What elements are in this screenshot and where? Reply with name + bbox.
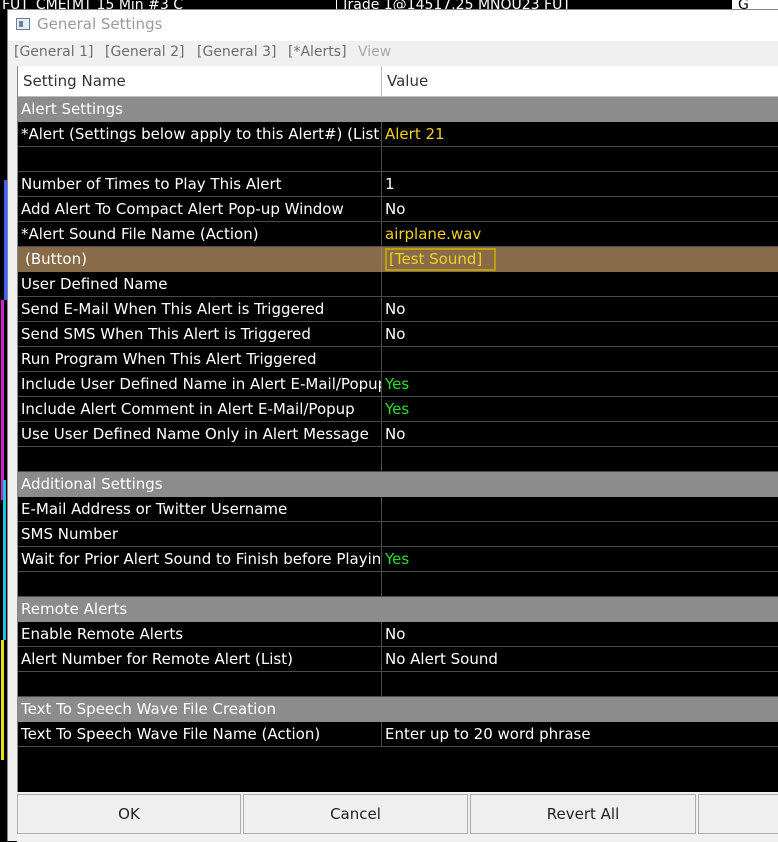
setting-name: Run Program When This Alert Triggered (18, 347, 382, 372)
setting-value[interactable] (382, 497, 778, 522)
column-header-value[interactable]: Value (382, 66, 778, 97)
setting-value[interactable] (382, 272, 778, 297)
menu-view[interactable]: View (358, 44, 391, 60)
section-header-additional-settings: Additional Settings (18, 472, 778, 497)
tab-general-3[interactable]: [General 3] (197, 44, 276, 60)
setting-name: Text To Speech Wave File Name (Action) (18, 722, 382, 747)
setting-name: Use User Defined Name Only in Alert Mess… (18, 422, 382, 447)
setting-value[interactable]: No (382, 297, 778, 322)
setting-name: User Defined Name (18, 272, 382, 297)
setting-name: Add Alert To Compact Alert Pop-up Window (18, 197, 382, 222)
setting-row-button[interactable]: (Button) [Test Sound] (18, 247, 778, 272)
setting-value[interactable]: airplane.wav (382, 222, 778, 247)
section-title: Additional Settings (18, 472, 778, 497)
blank-row[interactable] (18, 447, 778, 472)
general-settings-dialog: General Settings [General 1] [General 2]… (7, 9, 778, 842)
setting-name: E-Mail Address or Twitter Username (18, 497, 382, 522)
setting-value[interactable] (382, 347, 778, 372)
tab-alerts[interactable]: [*Alerts] (288, 44, 347, 60)
setting-row-e-mail-address-or-twitter-username[interactable]: E-Mail Address or Twitter Username (18, 497, 778, 522)
setting-name: Enable Remote Alerts (18, 622, 382, 647)
setting-row-alert-number-for-remote-alert-list[interactable]: Alert Number for Remote Alert (List) No A… (18, 647, 778, 672)
tab-menu-bar: [General 1] [General 2] [General 3] [*Al… (8, 41, 778, 66)
setting-row-send-e-mail-when-this-alert-is-triggered[interactable]: Send E-Mail When This Alert is Triggered… (18, 297, 778, 322)
setting-value[interactable] (382, 572, 778, 597)
background-chart-line (1, 300, 4, 500)
setting-value[interactable]: No (382, 322, 778, 347)
tab-general-2[interactable]: [General 2] (105, 44, 184, 60)
settings-grid: Setting Name Value Alert Settings *Alert … (17, 66, 778, 792)
setting-name: *Alert (Settings below apply to this Ale… (18, 122, 382, 147)
setting-name (18, 147, 382, 172)
setting-row-use-user-defined-name-only-in-alert-message[interactable]: Use User Defined Name Only in Alert Mess… (18, 422, 778, 447)
setting-name: Include Alert Comment in Alert E-Mail/Po… (18, 397, 382, 422)
setting-row-add-alert-to-compact-alert-pop-up-window[interactable]: Add Alert To Compact Alert Pop-up Window… (18, 197, 778, 222)
setting-row-number-of-times-to-play-this-alert[interactable]: Number of Times to Play This Alert 1 (18, 172, 778, 197)
setting-value[interactable]: Yes (382, 547, 778, 572)
setting-row-wait-for-prior-alert-sound-to-finish-before-playing-next[interactable]: Wait for Prior Alert Sound to Finish bef… (18, 547, 778, 572)
background-chart-line (1, 640, 4, 760)
test-sound-button[interactable]: [Test Sound] (385, 248, 497, 271)
setting-value[interactable]: 1 (382, 172, 778, 197)
setting-row-enable-remote-alerts[interactable]: Enable Remote Alerts No (18, 622, 778, 647)
setting-value[interactable]: No (382, 422, 778, 447)
window-title: General Settings (37, 15, 163, 33)
setting-row-run-program-when-this-alert-triggered[interactable]: Run Program When This Alert Triggered (18, 347, 778, 372)
setting-value[interactable]: Alert 21 (382, 122, 778, 147)
setting-name: Send E-Mail When This Alert is Triggered (18, 297, 382, 322)
setting-name: Wait for Prior Alert Sound to Finish bef… (18, 547, 382, 572)
section-header-remote-alerts: Remote Alerts (18, 597, 778, 622)
section-title: Text To Speech Wave File Creation (18, 697, 778, 722)
setting-value[interactable] (382, 522, 778, 547)
setting-row-send-sms-when-this-alert-is-triggered[interactable]: Send SMS When This Alert is Triggered No (18, 322, 778, 347)
column-header-setting-name[interactable]: Setting Name (18, 66, 382, 97)
tab-general-1[interactable]: [General 1] (14, 44, 93, 60)
setting-name: Send SMS When This Alert is Triggered (18, 322, 382, 347)
setting-name: (Button) (18, 247, 382, 272)
setting-name: *Alert Sound File Name (Action) (18, 222, 382, 247)
section-title: Alert Settings (18, 97, 778, 122)
setting-name (18, 572, 382, 597)
setting-row-include-alert-comment-in-alert-e-mail-popup[interactable]: Include Alert Comment in Alert E-Mail/Po… (18, 397, 778, 422)
revert-all-button[interactable]: Revert All (470, 794, 696, 834)
setting-row-include-user-defined-name-in-alert-e-mail-popup[interactable]: Include User Defined Name in Alert E-Mai… (18, 372, 778, 397)
setting-value[interactable]: [Test Sound] (382, 247, 778, 272)
setting-row-user-defined-name[interactable]: User Defined Name (18, 272, 778, 297)
setting-value[interactable]: Yes (382, 372, 778, 397)
section-title: Remote Alerts (18, 597, 778, 622)
setting-value[interactable] (382, 147, 778, 172)
setting-value[interactable]: No Alert Sound (382, 647, 778, 672)
footer-extra-button[interactable] (698, 794, 778, 834)
setting-value[interactable]: No (382, 197, 778, 222)
blank-row[interactable] (18, 147, 778, 172)
setting-row-alert-settings-below-apply-to-this-alert-list[interactable]: *Alert (Settings below apply to this Ale… (18, 122, 778, 147)
setting-value[interactable] (382, 672, 778, 697)
blank-row[interactable] (18, 572, 778, 597)
setting-name: Include User Defined Name in Alert E-Mai… (18, 372, 382, 397)
setting-value[interactable]: Enter up to 20 word phrase (382, 722, 778, 747)
setting-value[interactable]: No (382, 622, 778, 647)
setting-name (18, 447, 382, 472)
window-icon (16, 18, 30, 30)
cancel-button[interactable]: Cancel (243, 794, 468, 834)
section-header-text-to-speech-wave-file-creation: Text To Speech Wave File Creation (18, 697, 778, 722)
title-bar[interactable]: General Settings (8, 10, 778, 41)
setting-row-alert-sound-file-name-action[interactable]: *Alert Sound File Name (Action) airplane.… (18, 222, 778, 247)
blank-row[interactable] (18, 672, 778, 697)
setting-value[interactable]: Yes (382, 397, 778, 422)
dialog-footer: OK Cancel Revert All (17, 792, 778, 842)
setting-value[interactable] (382, 447, 778, 472)
background-chart-line (3, 480, 6, 640)
setting-row-text-to-speech-wave-file-name-action[interactable]: Text To Speech Wave File Name (Action) En… (18, 722, 778, 747)
ok-button[interactable]: OK (17, 794, 241, 834)
setting-name: SMS Number (18, 522, 382, 547)
setting-row-sms-number[interactable]: SMS Number (18, 522, 778, 547)
setting-name: Alert Number for Remote Alert (List) (18, 647, 382, 672)
setting-name: Number of Times to Play This Alert (18, 172, 382, 197)
section-header-alert-settings: Alert Settings (18, 97, 778, 122)
setting-name (18, 672, 382, 697)
